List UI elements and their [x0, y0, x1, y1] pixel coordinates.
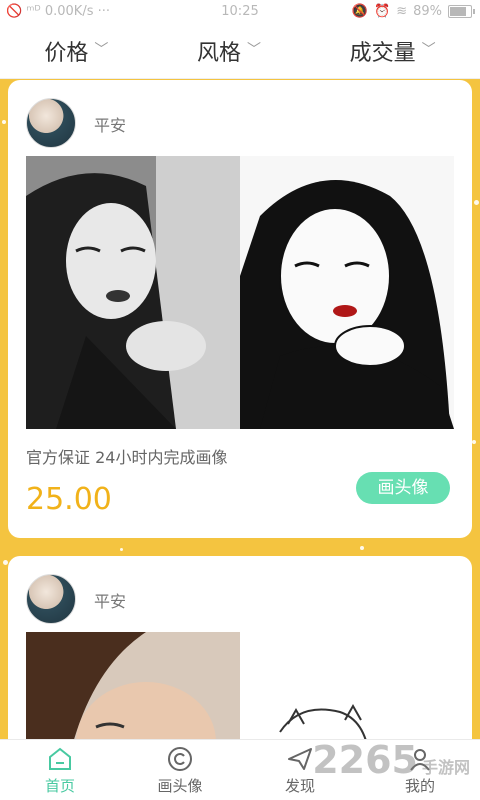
chevron-down-icon: ﹀ [246, 42, 261, 58]
alarm-icon: ⏰ [374, 4, 391, 19]
photo-illustration [26, 632, 240, 756]
photo-illustration [26, 156, 240, 429]
draw-avatar-button[interactable]: 画头像 [356, 472, 450, 504]
tab-label: 画头像 [157, 776, 203, 795]
username: 平安 [94, 592, 127, 611]
original-photo[interactable] [26, 156, 240, 429]
filter-volume[interactable]: 成交量 ﹀ [350, 35, 436, 67]
username: 平安 [94, 116, 127, 135]
chevron-down-icon: ﹀ [421, 42, 436, 58]
filter-bar: 价格 ﹀ 风格 ﹀ 成交量 ﹀ [0, 24, 480, 79]
filter-label: 价格 [44, 41, 89, 66]
tab-draw-avatar[interactable]: 画头像 [125, 745, 235, 796]
decor-dot [120, 548, 123, 551]
bell-off-icon: 🔕 [351, 4, 368, 19]
avatar[interactable] [26, 574, 76, 624]
status-bar: 🚫 ᵐᴰ 0.00K/s ··· 10:25 🔕 ⏰ ≋ 89% [0, 0, 480, 24]
chevron-down-icon: ﹀ [94, 42, 109, 58]
filter-style[interactable]: 风格 ﹀ [197, 35, 261, 67]
drawn-portrait[interactable] [240, 156, 454, 429]
filter-label: 成交量 [349, 41, 416, 66]
watermark-suffix: 手游网 [421, 758, 470, 777]
tab-label: 首页 [44, 776, 75, 795]
description: 官方保证 24小时内完成画像 [26, 448, 228, 467]
decor-dot [3, 560, 8, 565]
battery-percent: 89% [413, 4, 442, 19]
avatar[interactable] [26, 98, 76, 148]
filter-label: 风格 [196, 41, 241, 66]
decor-dot [360, 546, 364, 550]
product-card[interactable]: 平安 官方保证 24小时内完成画像 25.00 画头像 [8, 80, 472, 538]
home-icon [49, 747, 71, 770]
paper-plane-icon [288, 747, 312, 770]
battery-icon [448, 5, 475, 18]
tab-home[interactable]: 首页 [5, 745, 115, 796]
product-card[interactable]: 平安 [8, 556, 472, 756]
wifi-icon: ≋ [396, 4, 408, 19]
status-right: 🔕 ⏰ ≋ 89% [351, 4, 475, 19]
portrait-icon [168, 746, 192, 771]
decor-dot [2, 120, 6, 124]
decor-dot [474, 200, 479, 205]
tab-label: 发现 [284, 776, 315, 795]
decor-dot [472, 440, 476, 444]
price: 25.00 [26, 482, 112, 517]
illustration-artwork [240, 156, 454, 429]
watermark-logo: 2265 手游网 [312, 738, 470, 782]
original-photo[interactable] [26, 632, 240, 756]
watermark-text: 2265 [312, 738, 418, 782]
filter-price[interactable]: 价格 ﹀ [44, 35, 108, 67]
